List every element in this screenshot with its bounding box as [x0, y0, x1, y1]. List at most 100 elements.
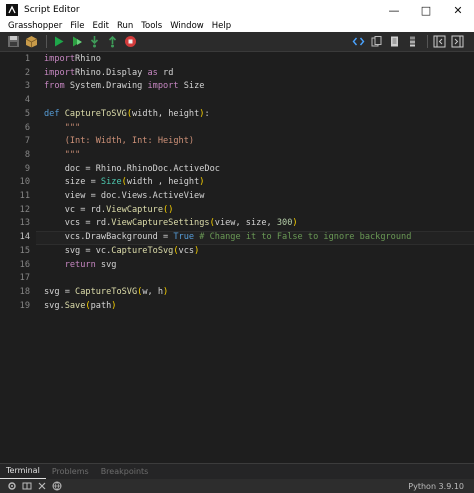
- line-number: 16: [19, 259, 30, 270]
- line-number: 7: [24, 136, 30, 147]
- debug-run-icon[interactable]: [69, 34, 84, 49]
- code-line[interactable]: svg.Save(path): [44, 300, 116, 314]
- code-token: as: [147, 67, 158, 78]
- tab-breakpoints[interactable]: Breakpoints: [95, 465, 155, 479]
- line-number: 13: [19, 218, 30, 229]
- title-bar: Script Editor — □ ✕: [0, 0, 474, 20]
- code-editor[interactable]: 1 2 3 4 5 6 7 8 9 10 11 12 13 14 15 16 17 18 19 importRhin…: [0, 53, 474, 463]
- stack-icon[interactable]: [405, 34, 420, 49]
- code-line[interactable]: vc = rd.ViewCapture(): [44, 204, 174, 218]
- code-line[interactable]: vcs = rd.ViewCaptureSettings(view, size,…: [44, 217, 298, 231]
- code-line[interactable]: def CaptureToSVG(width, height):: [44, 108, 210, 122]
- code-line[interactable]: return svg: [44, 259, 117, 273]
- code-token: Size: [100, 177, 122, 188]
- step-out-icon[interactable]: [105, 34, 120, 49]
- script-editor-app-icon: [6, 4, 18, 16]
- line-number: 17: [19, 273, 30, 284]
- code-token: view, size,: [214, 218, 277, 229]
- code-token: 300: [276, 218, 293, 229]
- code-line[interactable]: svg = vc.CaptureToSvg(vcs): [44, 245, 200, 259]
- line-number: 3: [24, 81, 30, 92]
- code-line[interactable]: vcs.DrawBackground = True # Change it to…: [44, 231, 412, 245]
- python-version[interactable]: Python 3.9.10: [408, 482, 474, 491]
- menu-window[interactable]: Window: [166, 20, 208, 32]
- status-gear-icon[interactable]: [6, 481, 17, 492]
- status-globe-icon[interactable]: [51, 481, 62, 492]
- editor-scrollbar[interactable]: [464, 53, 474, 463]
- code-line[interactable]: importRhino.Display as rd: [44, 67, 173, 81]
- code-token: svg =: [44, 286, 76, 297]
- code-line[interactable]: """: [44, 122, 81, 136]
- code-token: width, height: [132, 108, 200, 119]
- code-token: width , height: [126, 177, 200, 188]
- line-number: 5: [24, 108, 30, 119]
- status-split-icon[interactable]: [21, 481, 32, 492]
- status-close-icon[interactable]: [36, 481, 47, 492]
- minimize-icon[interactable]: —: [378, 0, 410, 20]
- menu-edit[interactable]: Edit: [88, 20, 112, 32]
- code-token: (Int: Width, Int: Height): [44, 136, 195, 147]
- code-line[interactable]: from System.Drawing import Size: [44, 80, 204, 94]
- code-line[interactable]: importRhino: [44, 53, 101, 67]
- run-icon[interactable]: [51, 34, 66, 49]
- close-icon[interactable]: ✕: [442, 0, 474, 20]
- line-number: 15: [19, 245, 30, 256]
- menu-tools[interactable]: Tools: [137, 20, 166, 32]
- code-token: svg.: [44, 300, 65, 311]
- menu-bar: Grasshopper File Edit Run Tools Window H…: [0, 20, 474, 32]
- line-number: 2: [24, 67, 30, 78]
- line-number: 9: [24, 163, 30, 174]
- menu-run[interactable]: Run: [113, 20, 137, 32]
- code-line[interactable]: doc = Rhino.RhinoDoc.ActiveDoc: [44, 163, 220, 177]
- line-number: 1: [24, 54, 30, 64]
- code-token: rd: [157, 67, 174, 78]
- code-token: from: [44, 81, 65, 92]
- code-line[interactable]: size = Size(width , height): [44, 176, 205, 190]
- tab-terminal[interactable]: Terminal: [0, 464, 46, 479]
- code-token: Rhino.Display: [75, 67, 148, 78]
- line-number: 11: [19, 191, 30, 201]
- step-over-icon[interactable]: [87, 34, 102, 49]
- toolbar-separator: [46, 35, 47, 48]
- package-icon[interactable]: [24, 34, 39, 49]
- code-token: CaptureToSVG: [64, 108, 127, 119]
- code-line[interactable]: """: [44, 149, 81, 163]
- line-number-gutter: 1 2 3 4 5 6 7 8 9 10 11 12 13 14 15 16 17 18 19: [0, 53, 36, 463]
- copy-icon[interactable]: [369, 34, 384, 49]
- code-view-icon[interactable]: [351, 34, 366, 49]
- dock-right-icon[interactable]: [450, 34, 465, 49]
- code-token: import: [44, 67, 76, 78]
- code-token: vcs: [178, 245, 195, 256]
- dock-left-icon[interactable]: [432, 34, 447, 49]
- code-token: (): [163, 204, 174, 215]
- line-number: 14: [19, 232, 30, 243]
- bottom-panel-tabs: Terminal Problems Breakpoints: [0, 463, 474, 479]
- code-token: ): [199, 177, 205, 188]
- code-token: """: [44, 149, 81, 160]
- line-number: 4: [24, 95, 30, 106]
- code-token: def: [44, 108, 60, 119]
- code-token: vcs = rd.: [44, 218, 112, 229]
- tab-problems[interactable]: Problems: [46, 465, 95, 479]
- code-line[interactable]: svg = CaptureToSVG(w, h): [44, 286, 168, 300]
- menu-help[interactable]: Help: [208, 20, 235, 32]
- code-token: vcs.DrawBackground =: [44, 232, 174, 243]
- code-token: """: [44, 122, 81, 133]
- code-token: CaptureToSvg: [111, 245, 174, 256]
- code-line[interactable]: view = doc.Views.ActiveView: [44, 190, 205, 204]
- code-token: svg = vc.: [44, 245, 112, 256]
- code-token: Rhino: [75, 54, 101, 64]
- stop-icon[interactable]: [123, 34, 138, 49]
- menu-grasshopper[interactable]: Grasshopper: [4, 20, 66, 32]
- code-token: return: [44, 259, 96, 270]
- document-icon[interactable]: [387, 34, 402, 49]
- maximize-icon[interactable]: □: [410, 0, 442, 20]
- code-token: path: [90, 300, 112, 311]
- menu-file[interactable]: File: [66, 20, 88, 32]
- code-line[interactable]: (Int: Width, Int: Height): [44, 135, 194, 149]
- save-icon[interactable]: [6, 34, 21, 49]
- code-token: ): [163, 286, 169, 297]
- code-token: view = doc.Views.ActiveView: [44, 191, 205, 201]
- code-token: import: [44, 54, 76, 64]
- window-title: Script Editor: [24, 5, 80, 15]
